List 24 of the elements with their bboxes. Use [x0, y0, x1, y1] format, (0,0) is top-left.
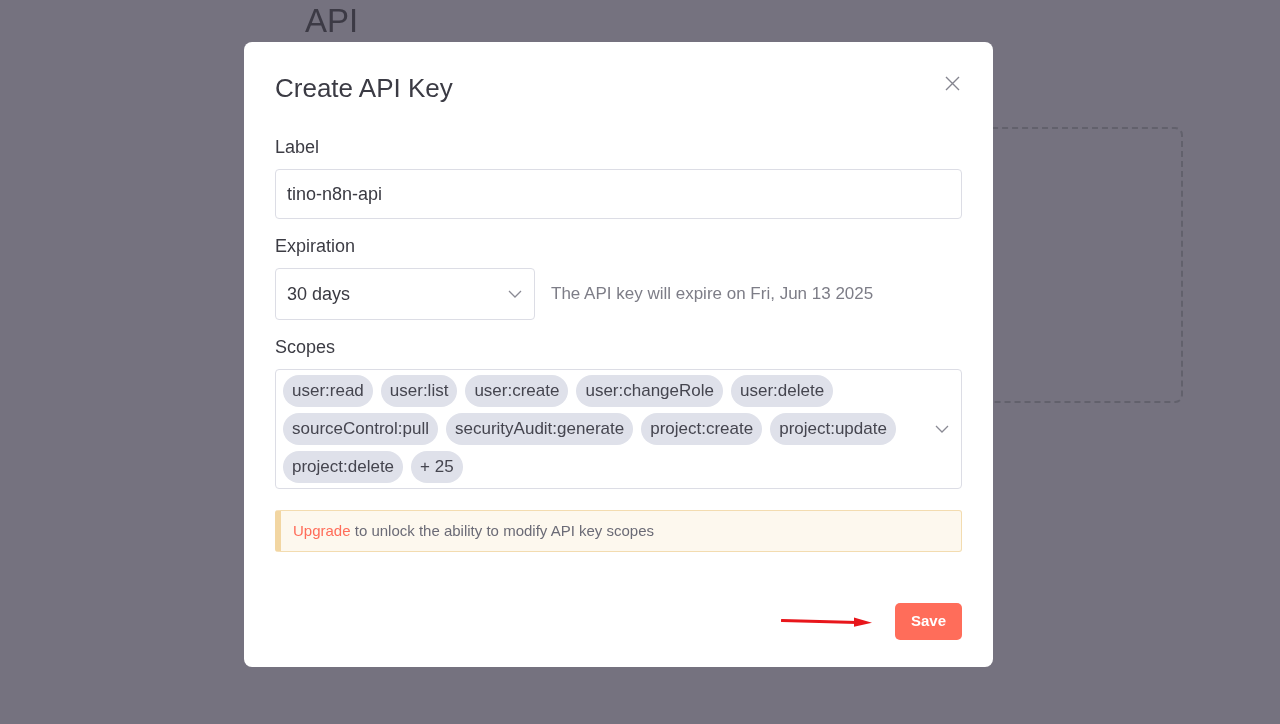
scope-tag: user:list	[380, 375, 458, 407]
chevron-down-icon	[935, 425, 949, 433]
field-label: Expiration	[275, 235, 356, 258]
field-label: Label	[275, 136, 320, 159]
chevron-down-icon	[508, 290, 522, 298]
page-heading: API	[305, 3, 359, 39]
expiration-select[interactable]: 30 days	[275, 268, 535, 320]
scope-tag: project:create	[641, 413, 763, 445]
scopes-select[interactable]: user:read user:list user:create user:changeRole user:delete sourceControl:pull securityAudit:generate project:create project:update project:delete + 25	[275, 369, 962, 489]
scope-tag: sourceControl:pull	[283, 413, 438, 445]
scope-tag: project:delete	[283, 451, 404, 483]
scope-tag: project:update	[770, 413, 896, 445]
scope-tag: user:delete	[731, 375, 834, 407]
scope-tag: securityAudit:generate	[446, 413, 634, 445]
label-input[interactable]: tino-n8n-api	[275, 169, 962, 219]
scope-tag: user:create	[465, 375, 569, 407]
dialog-title: Create API Key	[275, 72, 453, 105]
field-label: Scopes	[275, 336, 336, 359]
more-scopes-count: + 25	[411, 451, 463, 483]
expiration-note: The API key will expire on Fri, Jun 13 2025	[551, 283, 874, 306]
notice-text: Upgrade to unlock the ability to modify API key scopes	[293, 520, 655, 541]
scope-tag: user:read	[283, 375, 373, 407]
close-icon[interactable]	[945, 76, 960, 91]
scope-tag: user:changeRole	[576, 375, 723, 407]
